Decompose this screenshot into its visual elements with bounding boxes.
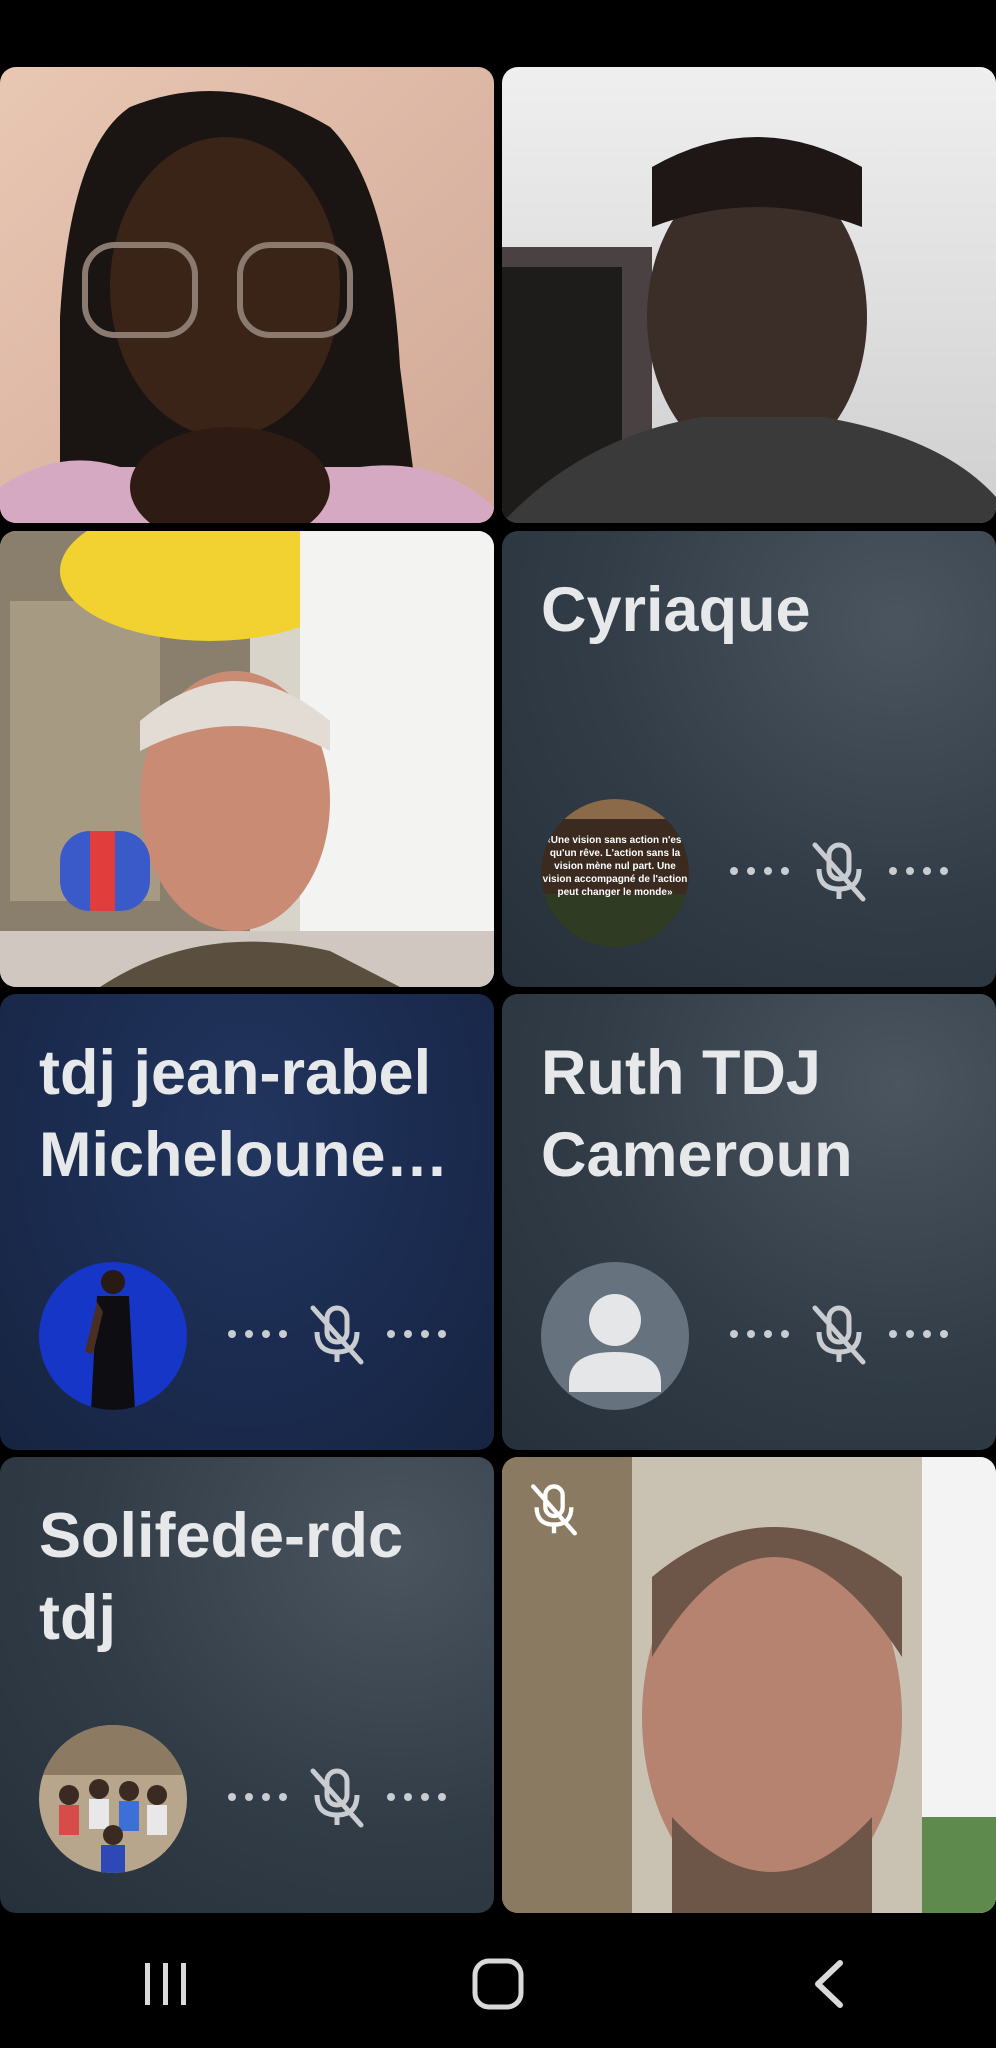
- participant-name: Cyriaque: [541, 575, 811, 645]
- home-icon: [472, 1958, 524, 2010]
- participant-tile[interactable]: Cyriaque «Une vision sans action n'est q…: [502, 531, 996, 987]
- participant-tile-video[interactable]: [502, 67, 996, 523]
- audio-level-dots: [730, 1330, 789, 1338]
- audio-level-dots: [228, 1793, 287, 1801]
- back-icon: [815, 1960, 843, 2008]
- svg-text:«Une vision sans action n'est: «Une vision sans action n'est: [545, 835, 685, 846]
- participant-name: Ruth TDJ Cameroun: [541, 1038, 853, 1190]
- audio-indicator: [228, 1302, 446, 1366]
- audio-level-dots: [387, 1330, 446, 1338]
- audio-indicator: [730, 1302, 948, 1366]
- svg-text:peut changer le monde»: peut changer le monde»: [557, 887, 672, 898]
- participant-tile-video[interactable]: [0, 67, 494, 523]
- mic-off-icon: [531, 1484, 577, 1536]
- audio-level-dots: [889, 1330, 948, 1338]
- system-navigation-bar: [0, 1920, 996, 2048]
- svg-text:vision accompagné de l'action: vision accompagné de l'action: [543, 874, 688, 885]
- participant-video: [502, 67, 996, 523]
- participant-tile[interactable]: Ruth TDJ Cameroun: [502, 994, 996, 1450]
- mic-off-icon: [812, 842, 866, 902]
- mic-off-icon: [812, 1305, 866, 1365]
- participant-video: [0, 531, 494, 987]
- default-person-icon: [569, 1294, 661, 1392]
- participant-name: Solifede-rdc tdj: [39, 1501, 404, 1653]
- audio-level-dots: [889, 867, 948, 875]
- participant-tile[interactable]: tdj jean-rabel Micheloune…: [0, 994, 494, 1450]
- recent-apps-button[interactable]: [106, 1924, 226, 2044]
- mic-off-icon: [310, 1305, 364, 1365]
- participant-tile-video[interactable]: [0, 531, 494, 987]
- audio-level-dots: [730, 867, 789, 875]
- audio-level-dots: [228, 1330, 287, 1338]
- participant-tile[interactable]: Solifede-rdc tdj: [0, 1457, 494, 1913]
- audio-level-dots: [387, 1793, 446, 1801]
- svg-text:qu'un rêve. L'action sans la: qu'un rêve. L'action sans la: [550, 848, 681, 859]
- audio-indicator: [730, 839, 948, 903]
- back-button[interactable]: [770, 1924, 890, 2044]
- participant-avatar: [39, 1262, 187, 1410]
- participant-tile-video[interactable]: [502, 1457, 996, 1913]
- home-button[interactable]: [438, 1924, 558, 2044]
- participant-name: tdj jean-rabel Micheloune…: [39, 1038, 449, 1190]
- participant-avatar: [541, 1262, 689, 1410]
- recent-apps-icon: [145, 1963, 186, 2005]
- participant-avatar: «Une vision sans action n'est qu'un rêve…: [541, 799, 689, 947]
- participant-avatar: [39, 1725, 187, 1873]
- audio-indicator: [228, 1765, 446, 1829]
- svg-text:vision mène nul part. Une: vision mène nul part. Une: [554, 861, 676, 872]
- participant-video: [0, 67, 494, 523]
- mic-off-icon: [310, 1768, 364, 1828]
